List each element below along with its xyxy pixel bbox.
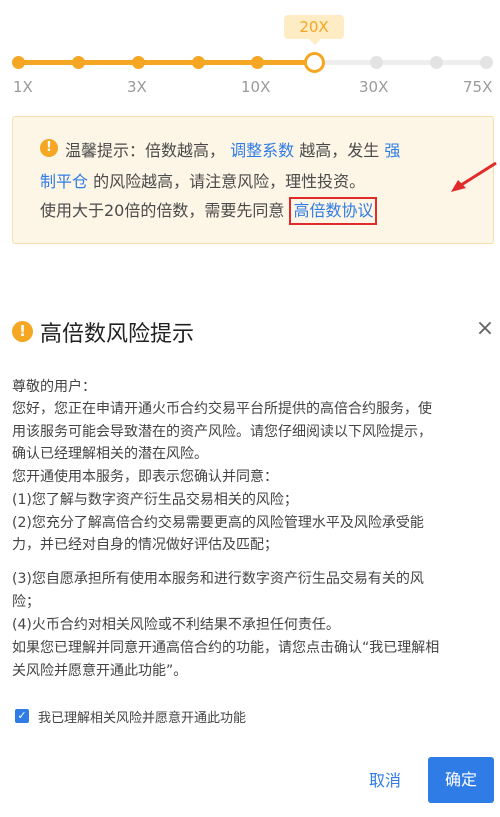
slider-track-active[interactable] [18, 60, 314, 65]
slider-track-inactive[interactable] [314, 60, 492, 65]
modal-body-line: (4)火币合约对相关风险或不利结果不承担任何责任。 [12, 617, 340, 633]
forced-liquidation-link[interactable]: 强 [384, 141, 400, 160]
tick-label-3x: 3X [127, 78, 147, 96]
warning-icon: ! [12, 321, 33, 342]
leverage-slider[interactable]: 20X 1X 3X 10X 30X 75X [0, 0, 500, 105]
tick-label-10x: 10X [241, 78, 271, 96]
notice-text: 使用大于20倍的倍数，需要先同意 [40, 201, 285, 220]
adjust-coefficient-link[interactable]: 调整系数 [230, 141, 294, 160]
slider-step-dot[interactable] [132, 56, 145, 69]
agree-checkbox[interactable]: ✓ [15, 709, 29, 723]
slider-thumb[interactable] [304, 52, 325, 73]
modal-body-line: 尊敬的用户： [12, 379, 96, 395]
high-leverage-agreement-link[interactable]: 高倍数协议 [289, 197, 378, 225]
slider-step-dot[interactable] [12, 56, 25, 69]
slider-step-dot[interactable] [251, 56, 264, 69]
notice-text: 温馨提示：倍数越高， [65, 141, 226, 160]
notice-line-3: 使用大于20倍的倍数，需要先同意 高倍数协议 [40, 197, 378, 225]
modal-body-line: 力，并已经对自身的情况做好评估及匹配； [12, 537, 278, 553]
agree-checkbox-label[interactable]: 我已理解相关风险并愿意开通此功能 [38, 707, 246, 726]
notice-line-2: 制平仓 的风险越高，请注意风险，理性投资。 [40, 168, 365, 192]
cancel-button[interactable]: 取消 [360, 763, 410, 799]
tick-label-75x: 75X [463, 78, 493, 96]
modal-body-line: 确认已经理解相关的潜在风险。 [12, 446, 208, 462]
slider-step-dot[interactable] [370, 56, 383, 69]
modal-body-line: 关风险并愿意开通此功能”。 [12, 663, 188, 679]
confirm-button[interactable]: 确定 [428, 757, 494, 803]
modal-body-line: 您好，您正在申请开通火币合约交易平台所提供的高倍合约服务，使 [12, 401, 432, 417]
modal-title: 高倍数风险提示 [40, 322, 195, 347]
tick-label-30x: 30X [359, 78, 389, 96]
notice-text: 的风险越高，请注意风险，理性投资。 [93, 172, 366, 191]
modal-body-line: 用该服务可能会导致潜在的资产风险。请您仔细阅读以下风险提示， [12, 424, 432, 440]
tick-label-1x: 1X [13, 78, 33, 96]
leverage-value-tooltip: 20X [284, 15, 344, 45]
close-button[interactable]: × [474, 318, 496, 340]
modal-body-line: 险； [12, 594, 40, 610]
modal-body-line: (2)您充分了解高倍合约交易需要更高的风险管理水平及风险承受能 [12, 515, 424, 531]
red-arrow-annotation [451, 161, 497, 192]
notice-line-1: 温馨提示：倍数越高， 调整系数 越高，发生 强 [65, 137, 400, 161]
slider-step-dot[interactable] [72, 56, 85, 69]
modal-body-line: (1)您了解与数字资产衍生品交易相关的风险； [12, 492, 298, 508]
slider-step-dot[interactable] [192, 56, 205, 69]
slider-step-dot[interactable] [430, 56, 443, 69]
notice-text: 越高，发生 [299, 141, 380, 160]
modal-body-line: 您开通使用本服务，即表示您确认并同意： [12, 469, 278, 485]
risk-notice-box: ! 温馨提示：倍数越高， 调整系数 越高，发生 强 制平仓 的风险越高，请注意风… [12, 116, 494, 244]
modal-body-line: (3)您自愿承担所有使用本服务和进行数字资产衍生品交易有关的风 [12, 571, 424, 587]
forced-liquidation-link[interactable]: 制平仓 [40, 172, 88, 191]
warning-icon: ! [40, 139, 58, 157]
slider-step-dot[interactable] [480, 56, 493, 69]
modal-body-line: 如果您已理解并同意开通高倍合约的功能，请您点击确认“我已理解相 [12, 640, 440, 656]
